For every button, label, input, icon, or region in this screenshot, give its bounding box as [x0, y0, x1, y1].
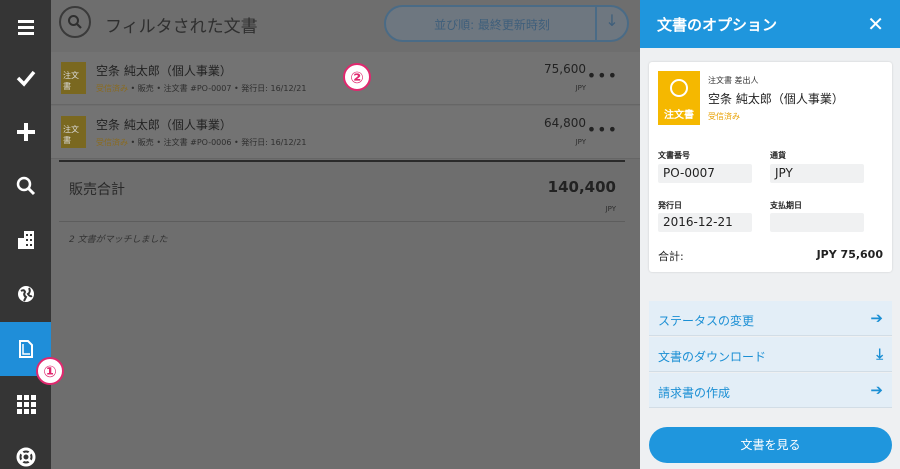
sales-total-label: 販売合計	[69, 182, 125, 198]
doc-number-value: PO-0007	[658, 164, 752, 183]
document-kind: 注文書 差出人	[708, 76, 759, 85]
change-status-action[interactable]: ステータスの変更 ➔	[649, 301, 892, 336]
globe-icon[interactable]	[0, 267, 51, 321]
arrow-right-icon: ➔	[870, 381, 883, 399]
currency-value: JPY	[770, 164, 864, 183]
doc-number-label: 文書番号	[658, 151, 690, 160]
due-date-label: 支払期日	[770, 201, 802, 210]
document-name: 空条 純太郎（個人事業）	[96, 64, 232, 78]
document-options-panel: 文書のオプション ✕ 注文書 注文書 差出人 空条 純太郎（個人事業） 受信済み…	[640, 0, 900, 469]
match-count: 2 文書がマッチしました	[69, 235, 168, 245]
grid-icon[interactable]	[0, 377, 51, 431]
sort-direction-icon[interactable]: ↓	[601, 11, 623, 37]
menu-icon[interactable]	[0, 0, 51, 54]
callout-badge-2: ②	[343, 63, 371, 91]
document-status: 受信済み	[708, 112, 740, 121]
sales-total-currency: JPY	[605, 205, 616, 213]
divider	[59, 160, 625, 162]
document-currency: JPY	[575, 84, 586, 92]
document-row[interactable]: 注文書 空条 純太郎（個人事業） 受信済み • 販売 • 注文書 #PO-000…	[51, 106, 640, 159]
callout-badge-1: ①	[36, 357, 64, 385]
purchase-order-icon-label: 注文書	[664, 110, 694, 121]
sender-name: 空条 純太郎（個人事業）	[708, 92, 844, 106]
panel-header: 文書のオプション ✕	[640, 0, 900, 48]
currency-label: 通貨	[770, 151, 786, 160]
document-details: • 販売 • 注文書 #PO-0007 • 発行日: 16/12/21	[128, 84, 307, 93]
download-action[interactable]: 文書のダウンロード ⤓	[649, 337, 892, 372]
document-meta: 受信済み • 販売 • 注文書 #PO-0006 • 発行日: 16/12/21	[96, 137, 306, 148]
document-meta: 受信済み • 販売 • 注文書 #PO-0007 • 発行日: 16/12/21	[96, 83, 306, 94]
plus-icon[interactable]	[0, 105, 51, 159]
sidebar	[0, 0, 51, 469]
sort-label[interactable]: 並び順: 最終更新時刻	[386, 16, 598, 33]
document-name: 空条 純太郎（個人事業）	[96, 118, 232, 132]
total-label: 合計:	[658, 250, 684, 263]
change-status-label: ステータスの変更	[658, 314, 755, 328]
view-document-button[interactable]: 文書を見る	[649, 427, 892, 463]
lifebuoy-icon[interactable]	[0, 430, 51, 469]
document-card: 注文書 注文書 差出人 空条 純太郎（個人事業） 受信済み 文書番号 PO-00…	[649, 62, 892, 272]
search-icon[interactable]	[0, 159, 51, 213]
more-options-icon[interactable]: •••	[587, 66, 618, 85]
sort-control[interactable]: 並び順: 最終更新時刻 ↓	[384, 5, 629, 42]
arrow-right-icon: ➔	[870, 309, 883, 327]
document-amount: 75,600	[544, 62, 586, 76]
document-status: 受信済み	[96, 84, 128, 93]
panel-title: 文書のオプション	[657, 16, 778, 34]
page-title: フィルタされた文書	[105, 17, 258, 37]
purchase-order-icon: 注文書	[658, 71, 700, 125]
clock-icon	[670, 79, 688, 97]
document-currency: JPY	[575, 138, 586, 146]
document-status: 受信済み	[96, 138, 128, 147]
create-invoice-label: 請求書の作成	[658, 386, 731, 400]
close-icon[interactable]: ✕	[867, 12, 884, 36]
issue-date-label: 発行日	[658, 201, 682, 210]
document-amount: 64,800	[544, 116, 586, 130]
download-icon: ⤓	[876, 345, 883, 363]
more-options-icon[interactable]: •••	[587, 120, 618, 139]
search-icon	[68, 15, 82, 29]
purchase-order-icon: 注文書	[61, 62, 86, 94]
check-icon[interactable]	[0, 51, 51, 105]
issue-date-value: 2016-12-21	[658, 213, 752, 232]
document-details: • 販売 • 注文書 #PO-0006 • 発行日: 16/12/21	[128, 138, 307, 147]
divider	[59, 221, 625, 222]
due-date-value	[770, 213, 864, 232]
download-label: 文書のダウンロード	[658, 350, 767, 364]
building-icon[interactable]	[0, 213, 51, 267]
create-invoice-action[interactable]: 請求書の作成 ➔	[649, 373, 892, 408]
total-value: JPY 75,600	[816, 248, 883, 261]
search-button[interactable]	[59, 6, 91, 38]
sales-total-value: 140,400	[547, 178, 616, 196]
purchase-order-icon: 注文書	[61, 116, 86, 148]
sort-divider	[595, 7, 597, 40]
